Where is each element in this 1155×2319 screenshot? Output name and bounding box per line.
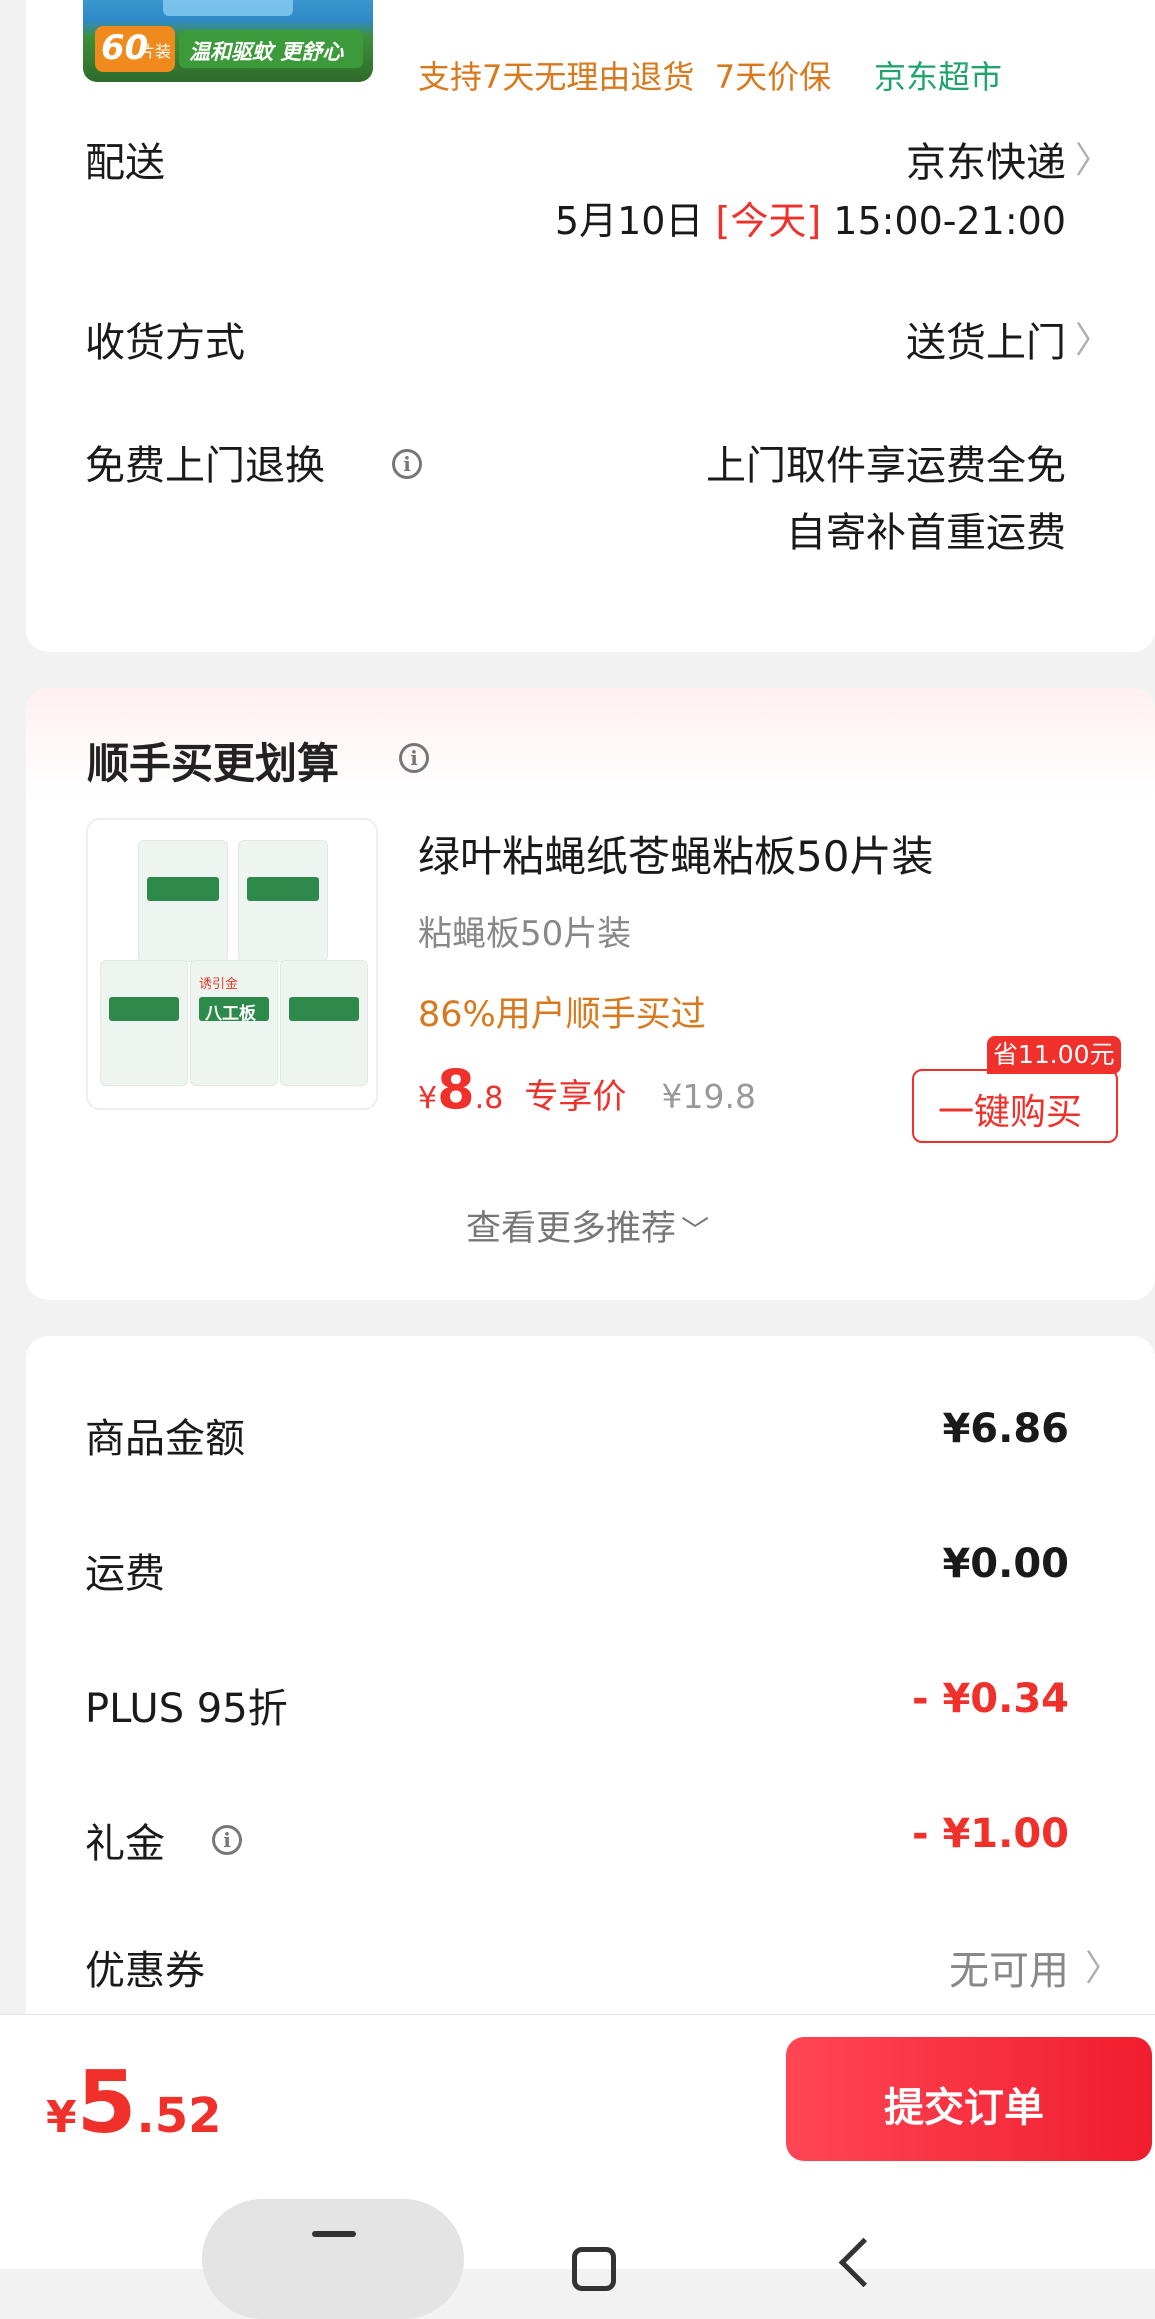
home-icon[interactable] <box>572 2247 616 2291</box>
delivery-carrier: 京东快递 <box>906 140 1066 186</box>
price-summary-card: 商品金额 ¥6.86 运费 ¥0.00 PLUS 95折 - ¥0.34 礼金 … <box>26 1336 1155 2036</box>
summary-label: PLUS 95折 <box>85 1686 288 1732</box>
back-icon[interactable] <box>838 2237 889 2288</box>
count-badge-unit: 片装 <box>139 42 172 61</box>
total-decimal: .52 <box>136 2088 222 2144</box>
product-pack-image <box>238 840 328 962</box>
recommend-product-spec: 粘蝇板50片装 <box>418 914 632 954</box>
delivery-window: 15:00-21:00 <box>833 199 1066 243</box>
today-tag: [今天] <box>715 199 822 243</box>
recommend-card: 顺手买更划算 i 诱引金 八工板 绿叶粘蝇纸苍蝇粘板50片装 粘蝇板50片装 8… <box>26 688 1155 1300</box>
product-thumbnail[interactable]: 60 片装 温和驱蚊 更舒心 <box>83 0 373 82</box>
chevron-down-icon: ﹀ <box>681 1214 710 1247</box>
total-currency: ¥ <box>46 2092 77 2143</box>
summary-label: 礼金 <box>85 1821 165 1867</box>
total-price: ¥5.52 <box>46 2053 222 2153</box>
recommend-price: ¥8.8 专享价 ¥19.8 <box>418 1058 756 1121</box>
free-return-line1: 上门取件享运费全免 <box>706 443 1066 489</box>
price-decimal: .8 <box>474 1081 504 1116</box>
product-pack-image <box>100 960 188 1086</box>
receive-method-value: 送货上门 <box>906 320 1066 366</box>
recommend-title: 顺手买更划算 <box>87 739 340 788</box>
social-proof-text: 86%用户顺手买过 <box>418 995 706 1035</box>
receive-method-row[interactable]: 送货上门 〉 <box>721 305 1121 366</box>
store-tag: 京东超市 <box>874 58 1003 96</box>
product-pack-image <box>138 840 228 962</box>
summary-label: 商品金额 <box>85 1416 245 1462</box>
slogan-text: 温和驱蚊 更舒心 <box>189 40 344 64</box>
recommend-product-name[interactable]: 绿叶粘蝇纸苍蝇粘板50片装 <box>418 823 933 884</box>
recommend-product-image[interactable]: 诱引金 八工板 <box>86 818 378 1110</box>
summary-value: ¥6.86 <box>942 1406 1069 1452</box>
menu-icon <box>312 2231 356 2237</box>
delivery-row[interactable]: 京东快递 〉 <box>621 125 1121 186</box>
image-brand: 诱引金 <box>199 977 239 992</box>
summary-value: - ¥0.34 <box>911 1676 1069 1722</box>
submit-order-label: 提交订单 <box>884 2085 1044 2131</box>
product-pack-image: 诱引金 八工板 <box>190 960 278 1086</box>
count-badge: 60 片装 <box>95 26 175 72</box>
price-currency: ¥ <box>418 1081 438 1116</box>
see-more-label: 查看更多推荐 <box>466 1209 677 1249</box>
price-tag: 专享价 <box>524 1077 627 1117</box>
save-badge: 省11.00元 <box>987 1036 1121 1074</box>
summary-label: 运费 <box>85 1551 165 1597</box>
service-tags: 支持7天无理由退货 7天价保 <box>418 58 832 96</box>
submit-order-button[interactable]: 提交订单 <box>786 2037 1152 2161</box>
info-icon[interactable]: i <box>212 1825 242 1855</box>
slogan-badge: 温和驱蚊 更舒心 <box>179 30 363 68</box>
receive-method-label: 收货方式 <box>85 320 245 366</box>
chevron-right-icon: 〉 <box>1074 140 1111 181</box>
info-icon[interactable]: i <box>399 743 429 773</box>
summary-label: 优惠券 <box>85 1948 205 1994</box>
save-badge-text: 省11.00元 <box>993 1040 1115 1069</box>
nav-pill[interactable] <box>202 2199 464 2319</box>
see-more-recommend[interactable]: 查看更多推荐 ﹀ <box>466 1200 709 1251</box>
free-return-line2: 自寄补首重运费 <box>786 510 1066 556</box>
checkout-bar: ¥5.52 提交订单 <box>0 2014 1155 2319</box>
info-icon[interactable]: i <box>392 449 422 479</box>
delivery-date: 5月10日 <box>554 199 704 243</box>
chevron-right-icon: 〉 <box>1074 320 1111 361</box>
buy-button-label: 一键购买 <box>938 1092 1083 1133</box>
summary-value: 无可用 <box>949 1948 1069 1994</box>
product-pack-image <box>280 960 368 1086</box>
package-stack-image <box>163 0 293 16</box>
image-label: 八工板 <box>205 1004 256 1024</box>
free-return-label: 免费上门退换 <box>85 443 325 489</box>
delivery-label: 配送 <box>85 140 165 186</box>
chevron-right-icon: 〉 <box>1084 1948 1121 1989</box>
price-integer: 8 <box>437 1058 475 1121</box>
order-info-card: 60 片装 温和驱蚊 更舒心 支持7天无理由退货 7天价保 京东超市 配送 京东… <box>26 0 1155 652</box>
one-click-buy-button[interactable]: 一键购买 <box>912 1069 1118 1143</box>
total-integer: 5 <box>76 2053 137 2153</box>
original-price: ¥19.8 <box>661 1077 756 1116</box>
delivery-time: 5月10日 [今天] 15:00-21:00 <box>555 190 1066 245</box>
summary-value: - ¥1.00 <box>911 1811 1069 1857</box>
summary-value: ¥0.00 <box>942 1541 1069 1587</box>
